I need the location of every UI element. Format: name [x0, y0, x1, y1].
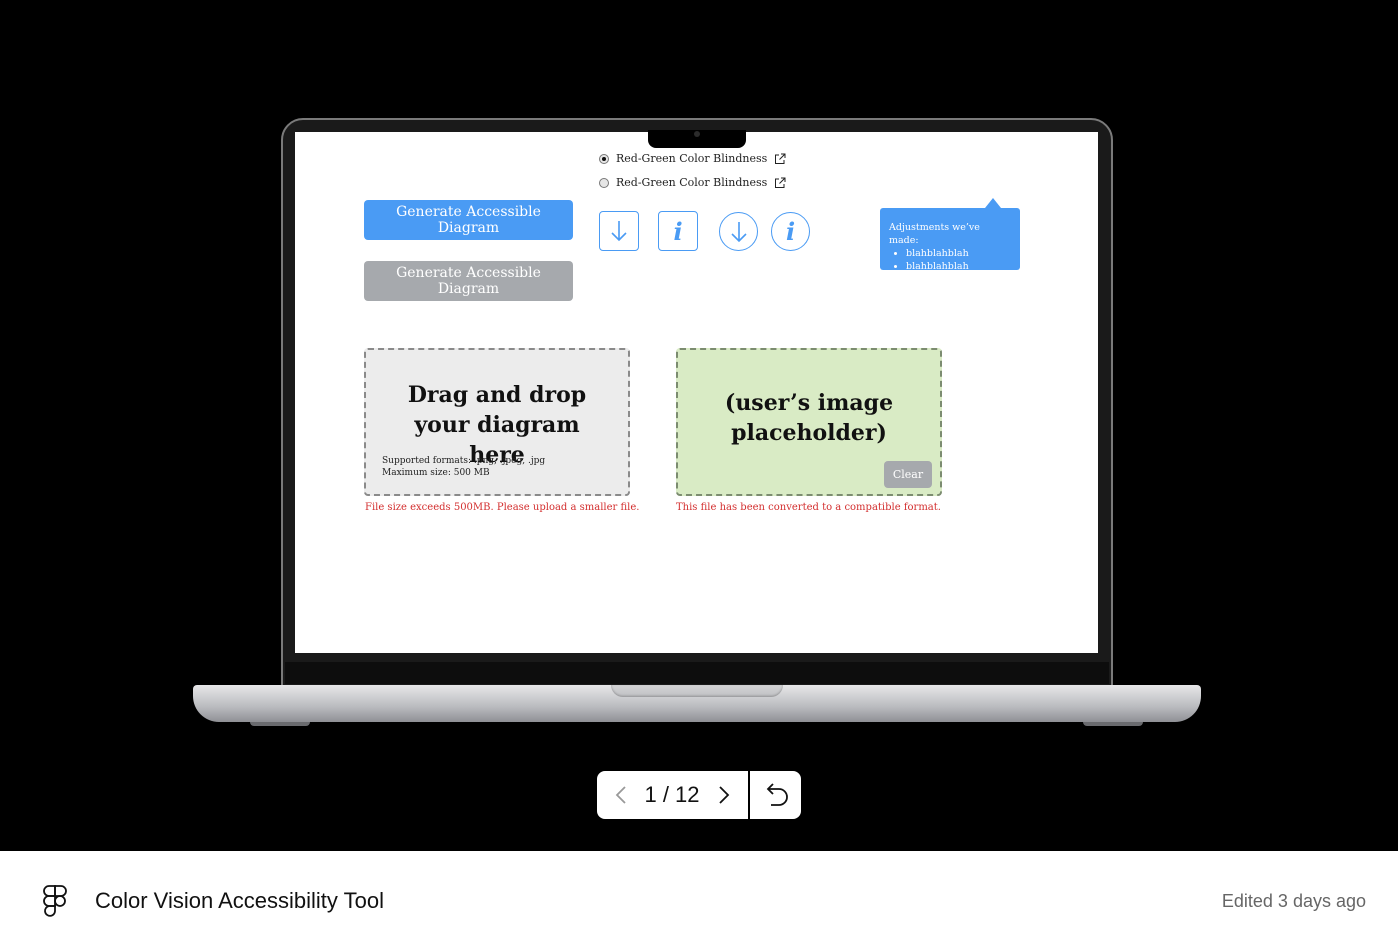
generate-diagram-button-disabled[interactable]: Generate Accessible Diagram — [364, 261, 573, 301]
tooltip-list: blahblahblah blahblahblah — [889, 247, 1012, 273]
radio-selected[interactable] — [599, 153, 609, 164]
tooltip-item: blahblahblah — [906, 247, 1012, 260]
supported-formats: Supported formats: .png, .jpeg, .jpg — [382, 456, 546, 466]
external-link-icon[interactable] — [774, 177, 786, 189]
radio-label: Red-Green Color Blindness — [616, 176, 768, 189]
adjustments-tooltip: Adjustments we’ve made: blahblahblah bla… — [880, 198, 1020, 273]
external-link-icon[interactable] — [774, 153, 786, 165]
last-edited: Edited 3 days ago — [1221, 891, 1366, 911]
info-circle-icon[interactable]: i — [771, 212, 810, 251]
image-preview: (user’s image placeholder) Clear — [676, 348, 942, 496]
laptop-screen-bezel — [285, 662, 1109, 684]
info-glyph: i — [785, 217, 796, 246]
laptop-base-notch — [611, 685, 783, 697]
radio-option-2[interactable]: Red-Green Color Blindness — [599, 176, 786, 189]
pager-divider — [748, 771, 750, 819]
frame-pager: 1 / 12 — [597, 771, 801, 819]
frame-counter: 1 / 12 — [644, 782, 700, 807]
footer-bar: Color Vision Accessibility Tool Edited 3… — [0, 851, 1398, 936]
conversion-notice: This file has been converted to a compat… — [676, 502, 941, 513]
chevron-right-icon[interactable] — [712, 783, 736, 807]
download-circle-icon[interactable] — [719, 212, 758, 251]
restart-icon[interactable] — [760, 781, 790, 809]
radio-label: Red-Green Color Blindness — [616, 152, 768, 165]
chevron-left-icon[interactable] — [609, 783, 633, 807]
dropzone-requirements: Supported formats: .png, .jpeg, .jpg Max… — [382, 455, 545, 479]
clear-button[interactable]: Clear — [884, 461, 932, 488]
preview-placeholder: (user’s image placeholder) — [724, 390, 894, 446]
tooltip-item: blahblahblah — [906, 260, 1012, 273]
figma-logo-icon[interactable] — [43, 885, 67, 919]
tooltip-title: Adjustments we’ve made: — [889, 222, 980, 246]
download-square-icon[interactable] — [599, 211, 639, 251]
generate-diagram-button[interactable]: Generate Accessible Diagram — [364, 200, 573, 240]
max-size: Maximum size: 500 MB — [382, 468, 490, 478]
radio-unselected[interactable] — [599, 177, 609, 188]
radio-option-1[interactable]: Red-Green Color Blindness — [599, 152, 786, 165]
laptop-foot-right — [1083, 722, 1143, 726]
info-square-icon[interactable]: i — [658, 211, 698, 251]
laptop-foot-left — [250, 722, 310, 726]
prototype-screen: Red-Green Color Blindness Red-Green Colo… — [295, 132, 1098, 653]
upload-error-message: File size exceeds 500MB. Please upload a… — [365, 502, 640, 513]
info-glyph: i — [673, 216, 683, 246]
upload-dropzone[interactable]: Drag and drop your diagram here Supporte… — [364, 348, 630, 496]
camera-icon — [694, 131, 700, 137]
file-title: Color Vision Accessibility Tool — [95, 888, 384, 913]
